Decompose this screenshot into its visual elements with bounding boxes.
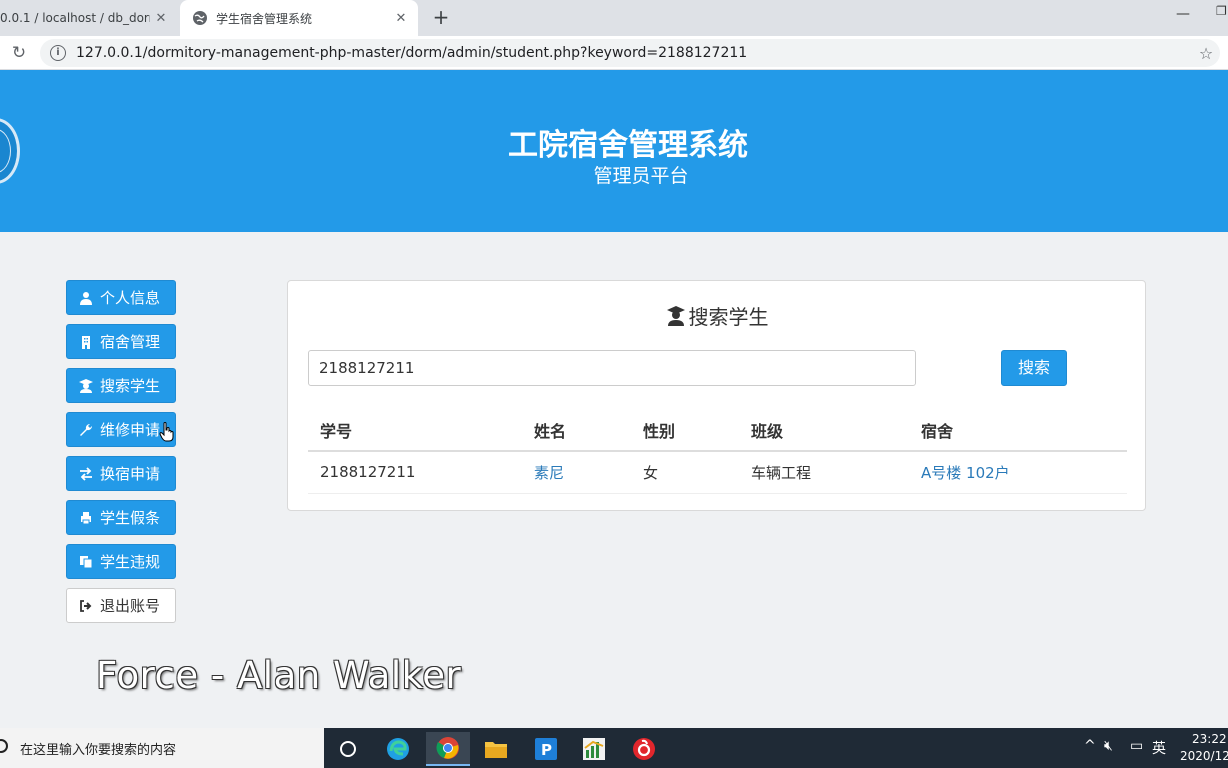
exchange-icon <box>80 466 92 481</box>
browser-tabbar: 0.0.1 / localhost / db_dorm ✕ 学生宿舍管理系统 ✕… <box>0 0 1228 36</box>
sidebar-item-search-student[interactable]: 搜索学生 <box>66 368 176 403</box>
show-hidden-icons-icon[interactable]: ^ <box>1084 738 1096 754</box>
video-lyric-overlay: Force - Alan Walker <box>96 654 462 697</box>
p-app-icon[interactable]: P <box>524 732 568 766</box>
table-header-row: 学号 姓名 性别 班级 宿舍 <box>308 409 1127 452</box>
sidebar-item-label: 换宿申请 <box>100 465 161 483</box>
globe-icon <box>193 11 207 25</box>
table-row: 2188127211 素尼 女 车辆工程 A号楼 102户 <box>308 451 1127 494</box>
reload-icon[interactable]: ↻ <box>8 42 30 64</box>
user-icon <box>80 291 92 305</box>
sidebar-item-label: 维修申请 <box>100 421 161 439</box>
ime-indicator[interactable]: 英 <box>1152 738 1166 758</box>
sidebar-item-label: 退出账号 <box>100 597 161 615</box>
chrome-browser-icon[interactable] <box>426 732 470 766</box>
sidebar-item-violation[interactable]: 学生违规 <box>66 544 176 579</box>
cell-student-id: 2188127211 <box>308 451 522 494</box>
site-header: 工院宿舍管理系统 管理员平台 <box>0 70 1228 232</box>
sidebar-item-label: 个人信息 <box>100 289 161 307</box>
system-clock[interactable]: 23:22 2020/12 <box>1180 731 1228 765</box>
tab-title: 0.0.1 / localhost / db_dorm <box>0 11 150 25</box>
search-icon <box>0 739 8 753</box>
tab-close-icon[interactable]: ✕ <box>150 11 172 26</box>
edge-browser-icon[interactable] <box>376 732 420 766</box>
column-header-gender: 性别 <box>631 409 739 452</box>
panel-title: 搜索学生 <box>288 301 1147 330</box>
sidebar-item-dorm-management[interactable]: 宿舍管理 <box>66 324 176 359</box>
column-header-dorm: 宿舍 <box>909 409 1127 452</box>
student-name-link[interactable]: 素尼 <box>522 451 631 494</box>
sidebar-item-label: 学生假条 <box>100 509 161 527</box>
tab-dorm-system[interactable]: 学生宿舍管理系统 ✕ <box>180 0 418 36</box>
network-icon[interactable]: ▭ <box>1130 738 1143 754</box>
sidebar-item-label: 学生违规 <box>100 553 161 571</box>
wrench-icon <box>80 423 93 436</box>
sidebar-item-leave-note[interactable]: 学生假条 <box>66 500 176 535</box>
chart-app-icon[interactable] <box>572 732 616 766</box>
sidebar-item-label: 搜索学生 <box>100 377 161 395</box>
volume-muted-icon[interactable]: 🔇︎ <box>1104 738 1113 754</box>
building-icon <box>82 335 90 349</box>
column-header-student-id: 学号 <box>308 409 522 452</box>
svg-text:P: P <box>541 741 552 759</box>
info-icon[interactable]: i <box>50 45 66 61</box>
bookmark-star-icon[interactable]: ☆ <box>1192 44 1220 63</box>
student-results-table: 学号 姓名 性别 班级 宿舍 2188127211 素尼 女 车辆工程 A号楼 … <box>308 409 1127 494</box>
sidebar-item-label: 宿舍管理 <box>100 333 161 351</box>
dorm-room-link[interactable]: A号楼 102户 <box>909 451 1127 494</box>
logout-icon <box>80 599 92 612</box>
column-header-class: 班级 <box>739 409 909 452</box>
clock-time: 23:22 <box>1192 732 1227 746</box>
site-subtitle: 管理员平台 <box>593 165 689 187</box>
cell-class: 车辆工程 <box>739 451 909 494</box>
student-search-input[interactable] <box>308 350 916 386</box>
url-text[interactable]: 127.0.0.1/dormitory-management-php-maste… <box>76 45 1192 61</box>
search-student-panel: 搜索学生 搜索 学号 姓名 性别 班级 宿舍 2188127211 素尼 女 车… <box>287 280 1146 511</box>
file-explorer-icon[interactable] <box>474 732 518 766</box>
sidebar-item-room-change[interactable]: 换宿申请 <box>66 456 176 491</box>
netease-music-icon[interactable] <box>622 732 666 766</box>
sidebar-item-logout[interactable]: 退出账号 <box>66 588 176 623</box>
search-button[interactable]: 搜索 <box>1001 350 1067 386</box>
windows-taskbar: 在这里输入你要搜索的内容 P ^ 🔇︎ ▭ 英 23:22 2020/12 <box>0 728 1228 768</box>
new-tab-button[interactable]: + <box>428 5 454 31</box>
copy-icon <box>80 555 93 568</box>
student-icon <box>79 378 93 393</box>
mouse-hand-cursor-icon <box>159 422 174 442</box>
tab-title: 学生宿舍管理系统 <box>216 11 313 26</box>
address-bar[interactable]: i 127.0.0.1/dormitory-management-php-mas… <box>40 39 1220 67</box>
graduate-icon <box>666 305 685 326</box>
cell-gender: 女 <box>631 451 739 494</box>
clock-date: 2020/12 <box>1180 749 1228 763</box>
tab-close-icon[interactable]: ✕ <box>390 11 412 26</box>
browser-toolbar: ↻ i 127.0.0.1/dormitory-management-php-m… <box>0 36 1228 70</box>
taskbar-search-placeholder: 在这里输入你要搜索的内容 <box>20 742 177 758</box>
restore-icon[interactable]: ❐ <box>1216 4 1227 18</box>
task-view-icon[interactable] <box>326 732 370 766</box>
taskbar-search-box[interactable]: 在这里输入你要搜索的内容 <box>0 728 324 768</box>
web-page: 工院宿舍管理系统 管理员平台 个人信息 宿舍管理 搜索学生 维修申请 换宿申请 … <box>0 70 1228 728</box>
column-header-name: 姓名 <box>522 409 631 452</box>
print-icon <box>81 511 91 524</box>
sidebar-nav: 个人信息 宿舍管理 搜索学生 维修申请 换宿申请 学生假条 学生违规 退出账号 <box>66 280 176 632</box>
panel-title-text: 搜索学生 <box>688 305 769 329</box>
minimize-icon[interactable]: — <box>1176 6 1190 22</box>
sidebar-item-profile[interactable]: 个人信息 <box>66 280 176 315</box>
tab-phpmyadmin[interactable]: 0.0.1 / localhost / db_dorm ✕ <box>0 0 178 36</box>
site-title: 工院宿舍管理系统 <box>508 128 748 163</box>
